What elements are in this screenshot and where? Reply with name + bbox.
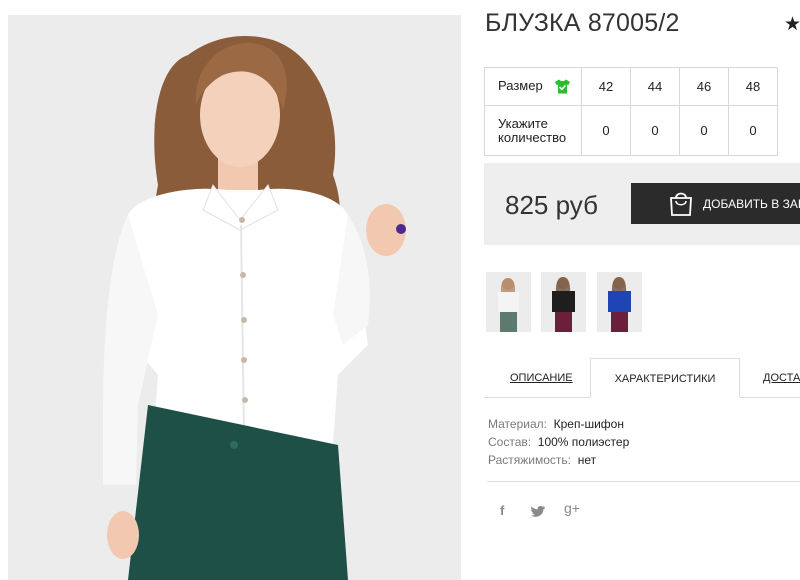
- product-tabs: ОПИСАНИЕ ХАРАКТЕРИСТИКИ ДОСТАВКА: [484, 358, 800, 398]
- size-44: 44: [630, 67, 680, 106]
- size-42: 42: [581, 67, 631, 106]
- product-photo[interactable]: [8, 15, 461, 580]
- product-title: БЛУЗКА 87005/2: [485, 9, 680, 37]
- size-label-cell: Размер: [484, 67, 582, 106]
- tab-description[interactable]: ОПИСАНИЕ: [510, 358, 573, 398]
- characteristics-list: Материал: Креп-шифон Состав: 100% полиэс…: [488, 415, 629, 469]
- spec-composition: Состав: 100% полиэстер: [488, 435, 630, 449]
- thumbnail-black[interactable]: [541, 272, 586, 332]
- twitter-icon[interactable]: [531, 506, 545, 517]
- thumbnail-blue[interactable]: [597, 272, 642, 332]
- spec-stretch: Растяжимость: нет: [488, 453, 597, 467]
- size-48: 48: [728, 67, 778, 106]
- shopping-bag-icon: [670, 192, 692, 216]
- size-label: Размер: [498, 77, 543, 93]
- quantity-input-48[interactable]: 0: [728, 105, 778, 156]
- google-plus-icon[interactable]: g+: [564, 500, 580, 516]
- quantity-label-cell: Укажите количество: [484, 105, 582, 156]
- add-to-order-label: ДОБАВИТЬ В ЗАКАЗ: [703, 197, 800, 211]
- spec-material: Материал: Креп-шифон: [488, 417, 624, 431]
- quantity-input-44[interactable]: 0: [630, 105, 680, 156]
- favorite-star-icon[interactable]: ★: [784, 13, 800, 36]
- quantity-input-42[interactable]: 0: [581, 105, 631, 156]
- size-46: 46: [679, 67, 729, 106]
- facebook-icon[interactable]: f: [500, 503, 504, 518]
- tab-characteristics[interactable]: ХАРАКТЕРИСТИКИ: [590, 358, 740, 398]
- add-to-order-button[interactable]: ДОБАВИТЬ В ЗАКАЗ: [631, 183, 800, 224]
- price: 825 руб: [505, 190, 598, 220]
- size-row: Размер 42 44 46 48: [484, 67, 778, 106]
- thumbnail-white[interactable]: [486, 272, 531, 332]
- size-quantity-table: Размер 42 44 46 48 Укажите количество 0 …: [484, 67, 778, 156]
- quantity-row: Укажите количество 0 0 0 0: [484, 105, 778, 156]
- price-box: 825 руб ДОБАВИТЬ В ЗАКАЗ: [484, 163, 800, 245]
- tab-delivery[interactable]: ДОСТАВКА: [763, 358, 800, 398]
- quantity-label-line2: количество: [498, 129, 567, 145]
- quantity-input-46[interactable]: 0: [679, 105, 729, 156]
- tshirt-check-icon[interactable]: [554, 79, 571, 94]
- quantity-label-line1: Укажите: [498, 115, 548, 131]
- divider: [487, 481, 800, 482]
